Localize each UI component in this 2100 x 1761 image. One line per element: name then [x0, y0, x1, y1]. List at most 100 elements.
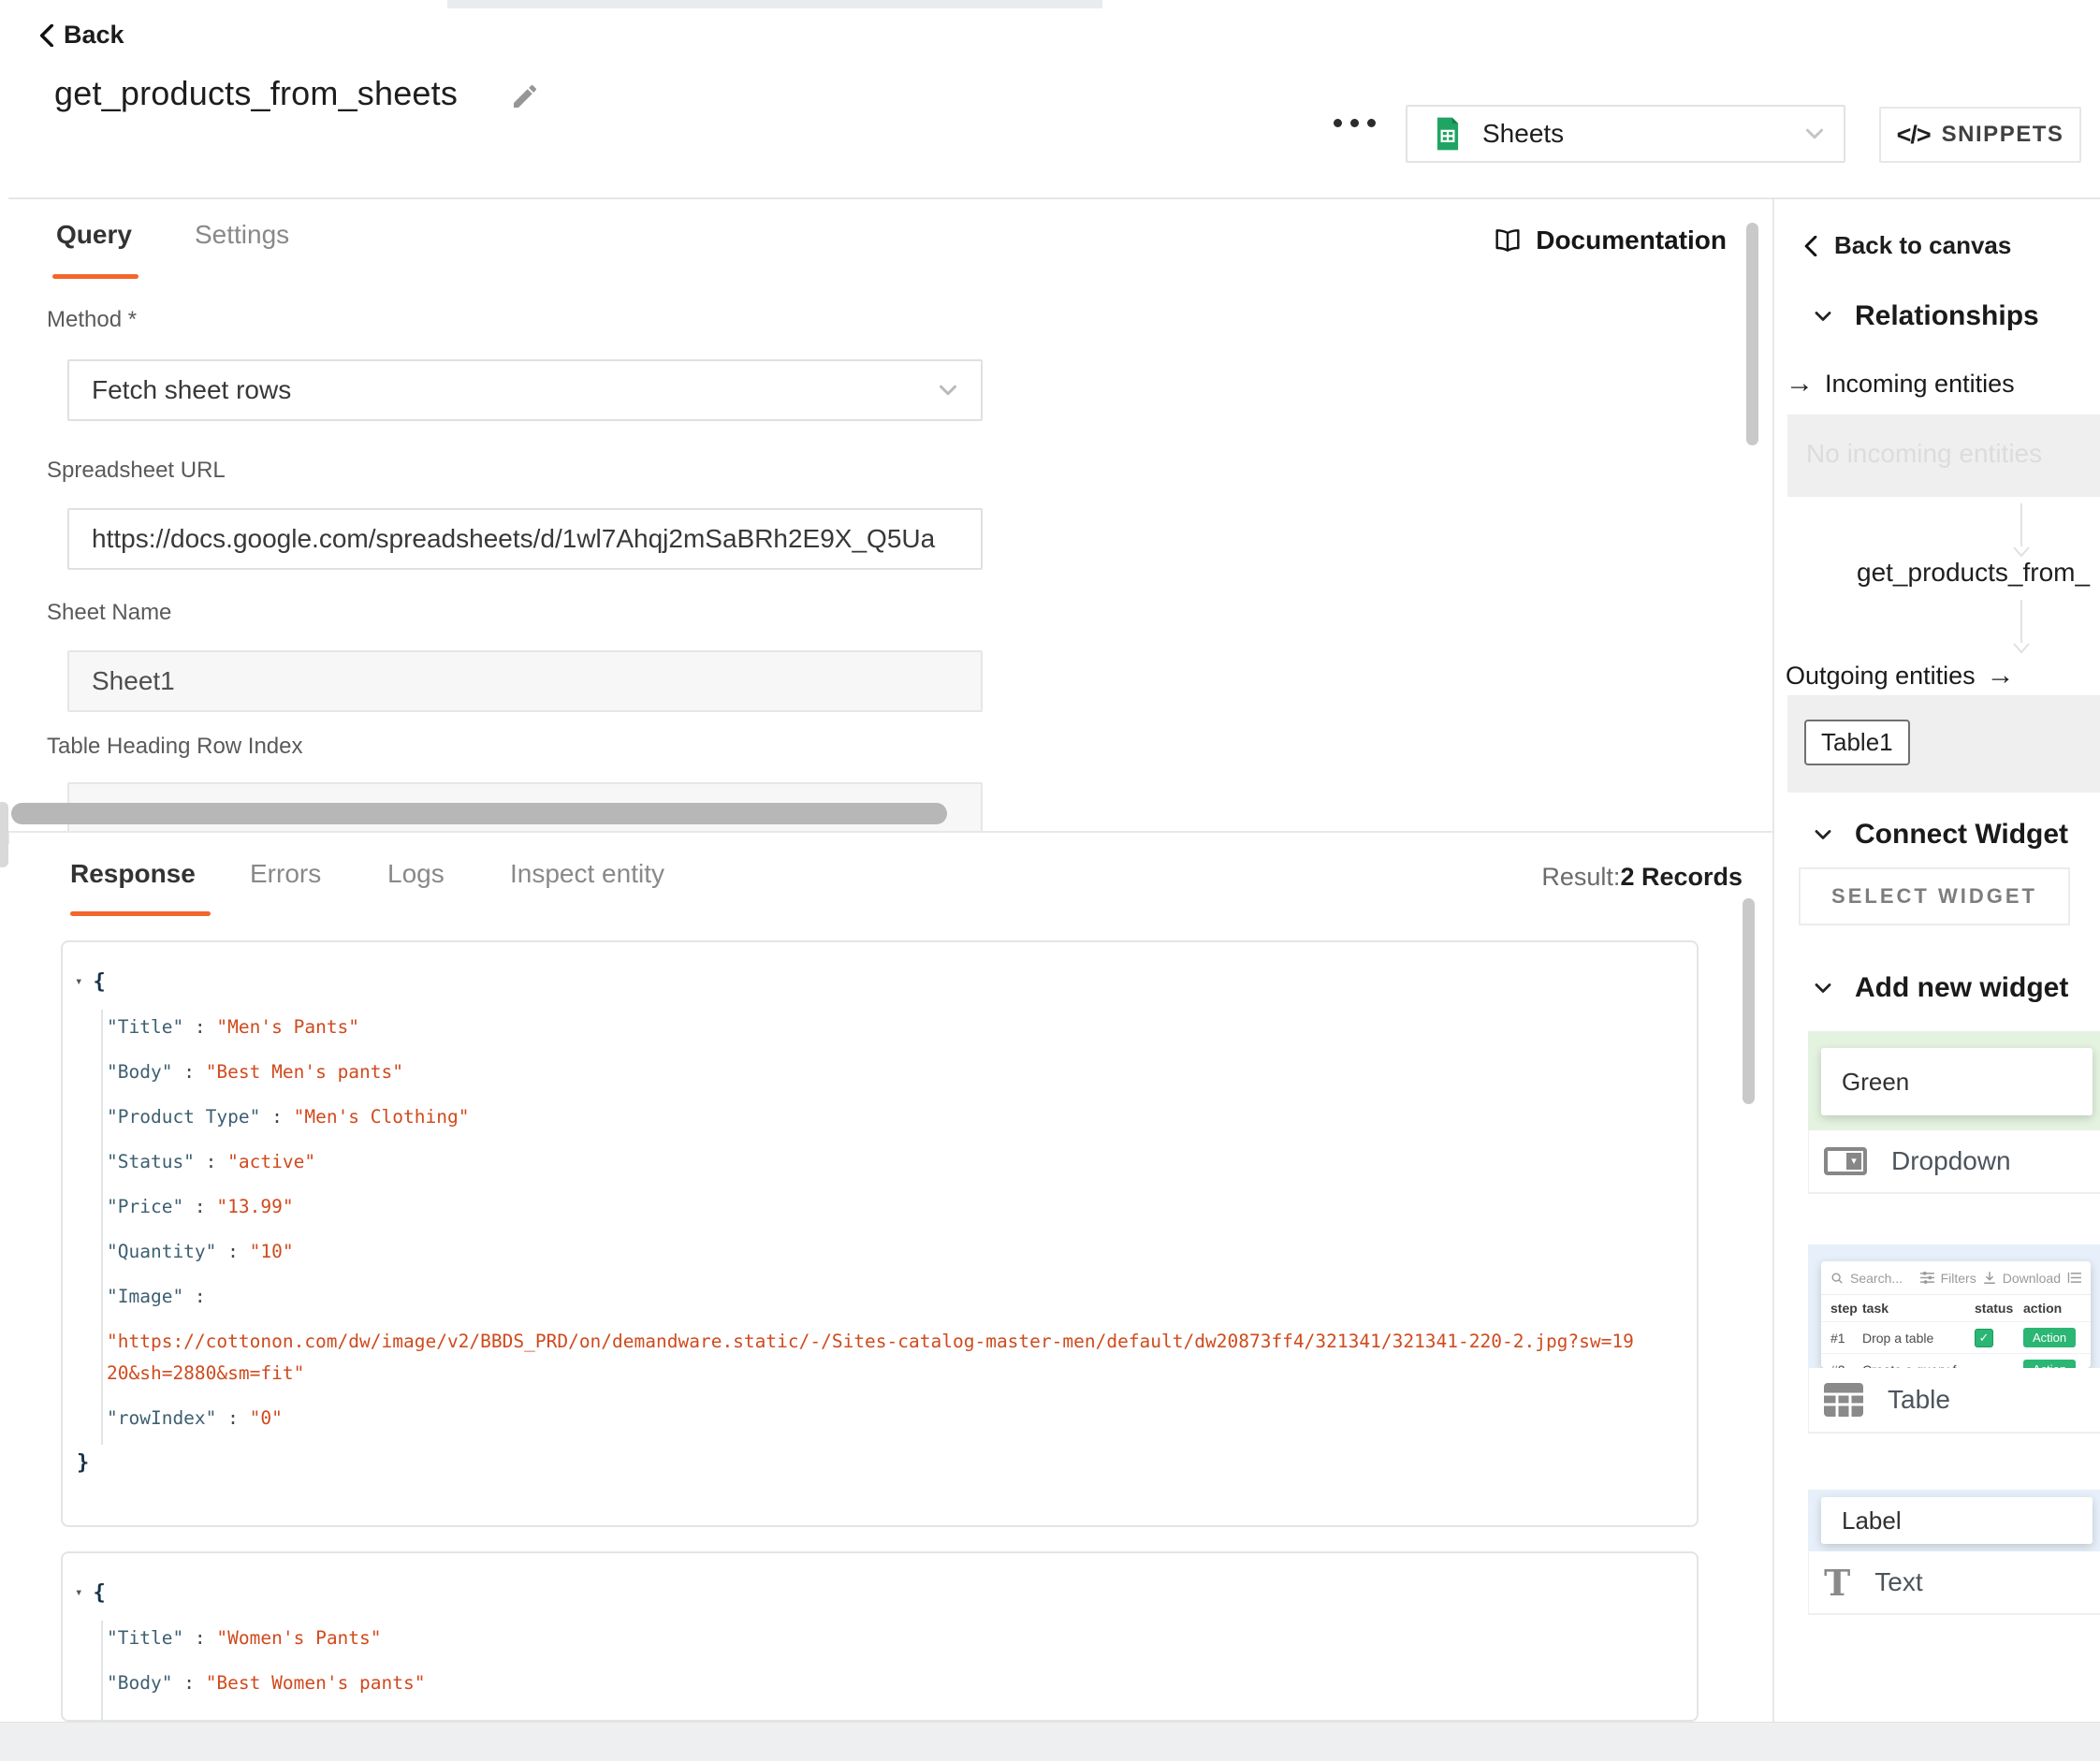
horizontal-scrollbar[interactable]	[11, 803, 947, 824]
json-field: "Status" : "active"	[63, 1140, 1644, 1185]
top-strip	[447, 0, 1102, 8]
incoming-entities-box: No incoming entities	[1787, 415, 2100, 497]
chevron-down-icon	[934, 376, 962, 404]
chevron-down-icon	[1810, 303, 1836, 329]
json-field: "rowIndex" : "0"	[63, 1396, 1644, 1441]
json-key: "Title"	[107, 1627, 183, 1649]
json-value: "Best Women's pants"	[206, 1672, 426, 1694]
documentation-label: Documentation	[1536, 226, 1727, 255]
dropdown-widget-preview: Green	[1808, 1031, 2100, 1130]
collapse-triangle-icon[interactable]: ▾	[75, 966, 82, 997]
method-value: Fetch sheet rows	[92, 375, 934, 405]
cell-task: Drop a table	[1862, 1331, 1975, 1346]
left-edge-scroll-notch[interactable]	[0, 802, 8, 867]
back-to-canvas-button[interactable]: Back to canvas	[1802, 231, 2011, 260]
json-field: "Product Type" : "Women's Clothing"	[63, 1706, 1644, 1722]
dropdown-widget-label-row: ▾ Dropdown	[1808, 1130, 2100, 1194]
back-button[interactable]: Back	[37, 21, 124, 50]
snippets-button[interactable]: </> SNIPPETS	[1879, 107, 2081, 163]
chevron-down-icon	[1810, 822, 1836, 848]
table-widget-preview: Search... Filters Download step task sta…	[1808, 1244, 2100, 1368]
tab-query[interactable]: Query	[56, 220, 132, 250]
outgoing-entity-chip[interactable]: Table1	[1804, 720, 1910, 765]
json-key: "Price"	[107, 1196, 183, 1217]
tab-settings[interactable]: Settings	[195, 220, 289, 250]
sheet-name-value: Sheet1	[92, 666, 981, 696]
chevron-left-icon	[37, 24, 56, 47]
query-editor-panel: Query Settings Documentation Method * Fe…	[8, 199, 1772, 833]
method-select[interactable]: Fetch sheet rows	[67, 359, 983, 421]
title-row: get_products_from_sheets	[54, 74, 540, 113]
cell-step: #1	[1821, 1331, 1862, 1346]
widget-name: Dropdown	[1891, 1146, 2011, 1176]
spreadsheet-url-input[interactable]: https://docs.google.com/spreadsheets/d/1…	[67, 508, 983, 570]
json-key: "rowIndex"	[107, 1407, 216, 1429]
query-vertical-scrollbar[interactable]	[1746, 223, 1758, 445]
relationships-title: Relationships	[1855, 300, 2039, 332]
app-window: Back get_products_from_sheets Sheets </>…	[0, 0, 2100, 1761]
chevron-down-icon	[1810, 975, 1836, 1001]
open-brace: {	[93, 970, 105, 994]
incoming-empty-text: No incoming entities	[1806, 439, 2100, 469]
collapse-triangle-icon[interactable]: ▾	[75, 1577, 82, 1608]
widget-card-dropdown[interactable]: Green ▾ Dropdown	[1808, 1031, 2100, 1194]
active-tab-underline	[70, 911, 211, 916]
connect-widget-section-header[interactable]: Connect Widget	[1810, 819, 2068, 851]
json-value: "Men's Pants"	[216, 1016, 359, 1038]
edit-pencil-icon[interactable]	[510, 81, 540, 111]
widget-card-table[interactable]: Search... Filters Download step task sta…	[1808, 1244, 2100, 1434]
sheet-name-input[interactable]: Sheet1	[67, 650, 983, 712]
json-field: "Title" : "Men's Pants"	[63, 1005, 1644, 1050]
table-preview-header: step task status action	[1821, 1295, 2091, 1322]
widget-card-text[interactable]: Label T Text	[1808, 1490, 2100, 1615]
row-height-icon	[2067, 1272, 2081, 1284]
outgoing-entities-label: Outgoing entities	[1786, 662, 1976, 691]
tab-logs[interactable]: Logs	[387, 859, 445, 889]
download-label: Download	[2003, 1271, 2061, 1286]
col-step: step	[1821, 1301, 1862, 1316]
datasource-select[interactable]: Sheets	[1406, 105, 1845, 163]
cell-status: ✓	[1975, 1329, 2023, 1347]
json-colon: :	[183, 1196, 216, 1217]
json-value: "10"	[250, 1241, 294, 1262]
tab-response[interactable]: Response	[70, 859, 196, 889]
arrow-right-icon: →	[1987, 660, 2015, 691]
json-key: "Quantity"	[107, 1241, 216, 1262]
col-action: action	[2023, 1301, 2091, 1316]
json-field: "Quantity" : "10"	[63, 1230, 1644, 1274]
widget-name: Text	[1874, 1567, 1922, 1597]
download-icon	[1983, 1272, 1996, 1285]
tab-errors[interactable]: Errors	[250, 859, 321, 889]
json-field: "Body" : "Best Women's pants"	[63, 1661, 1644, 1706]
json-key: "Product Type"	[107, 1106, 260, 1128]
code-brackets-icon: </>	[1897, 121, 1931, 150]
indent-guide	[101, 1010, 103, 1445]
json-colon: :	[195, 1151, 227, 1172]
current-entity-name: get_products_from_	[1857, 558, 2100, 588]
response-panel: Response Errors Logs Inspect entity Resu…	[8, 844, 1772, 1722]
tab-inspect-entity[interactable]: Inspect entity	[510, 859, 664, 889]
response-vertical-scrollbar[interactable]	[1743, 898, 1755, 1104]
cell-action: Action	[2023, 1328, 2091, 1347]
spreadsheet-url-label: Spreadsheet URL	[47, 458, 226, 484]
select-widget-button[interactable]: SELECT WIDGET	[1799, 867, 2070, 925]
add-widget-section-header[interactable]: Add new widget	[1810, 972, 2068, 1004]
more-menu-button[interactable]	[1334, 119, 1376, 127]
serif-T-icon: T	[1824, 1562, 1850, 1604]
close-brace: }	[77, 1451, 89, 1475]
response-record-1: ▾ { "Title" : "Men's Pants""Body" : "Best …	[61, 940, 1699, 1527]
json-colon: :	[183, 1627, 216, 1649]
documentation-link[interactable]: Documentation	[1493, 226, 1727, 255]
chevron-down-icon	[1801, 120, 1829, 148]
indent-guide	[101, 1621, 103, 1722]
method-label: Method *	[47, 307, 137, 333]
json-record: ▾{"Title" : "Women's Pants""Body" : "Bes…	[63, 1553, 1697, 1722]
json-value: "active"	[227, 1151, 315, 1172]
json-value: "Best Men's pants"	[206, 1061, 403, 1083]
connect-widget-title: Connect Widget	[1855, 819, 2068, 851]
table-widget-label-row: Table	[1808, 1368, 2100, 1434]
relationships-section-header[interactable]: Relationships	[1810, 300, 2039, 332]
json-value: "Women's Pants"	[216, 1627, 381, 1649]
json-field: "Body" : "Best Men's pants"	[63, 1050, 1644, 1095]
google-sheets-icon	[1430, 116, 1466, 152]
